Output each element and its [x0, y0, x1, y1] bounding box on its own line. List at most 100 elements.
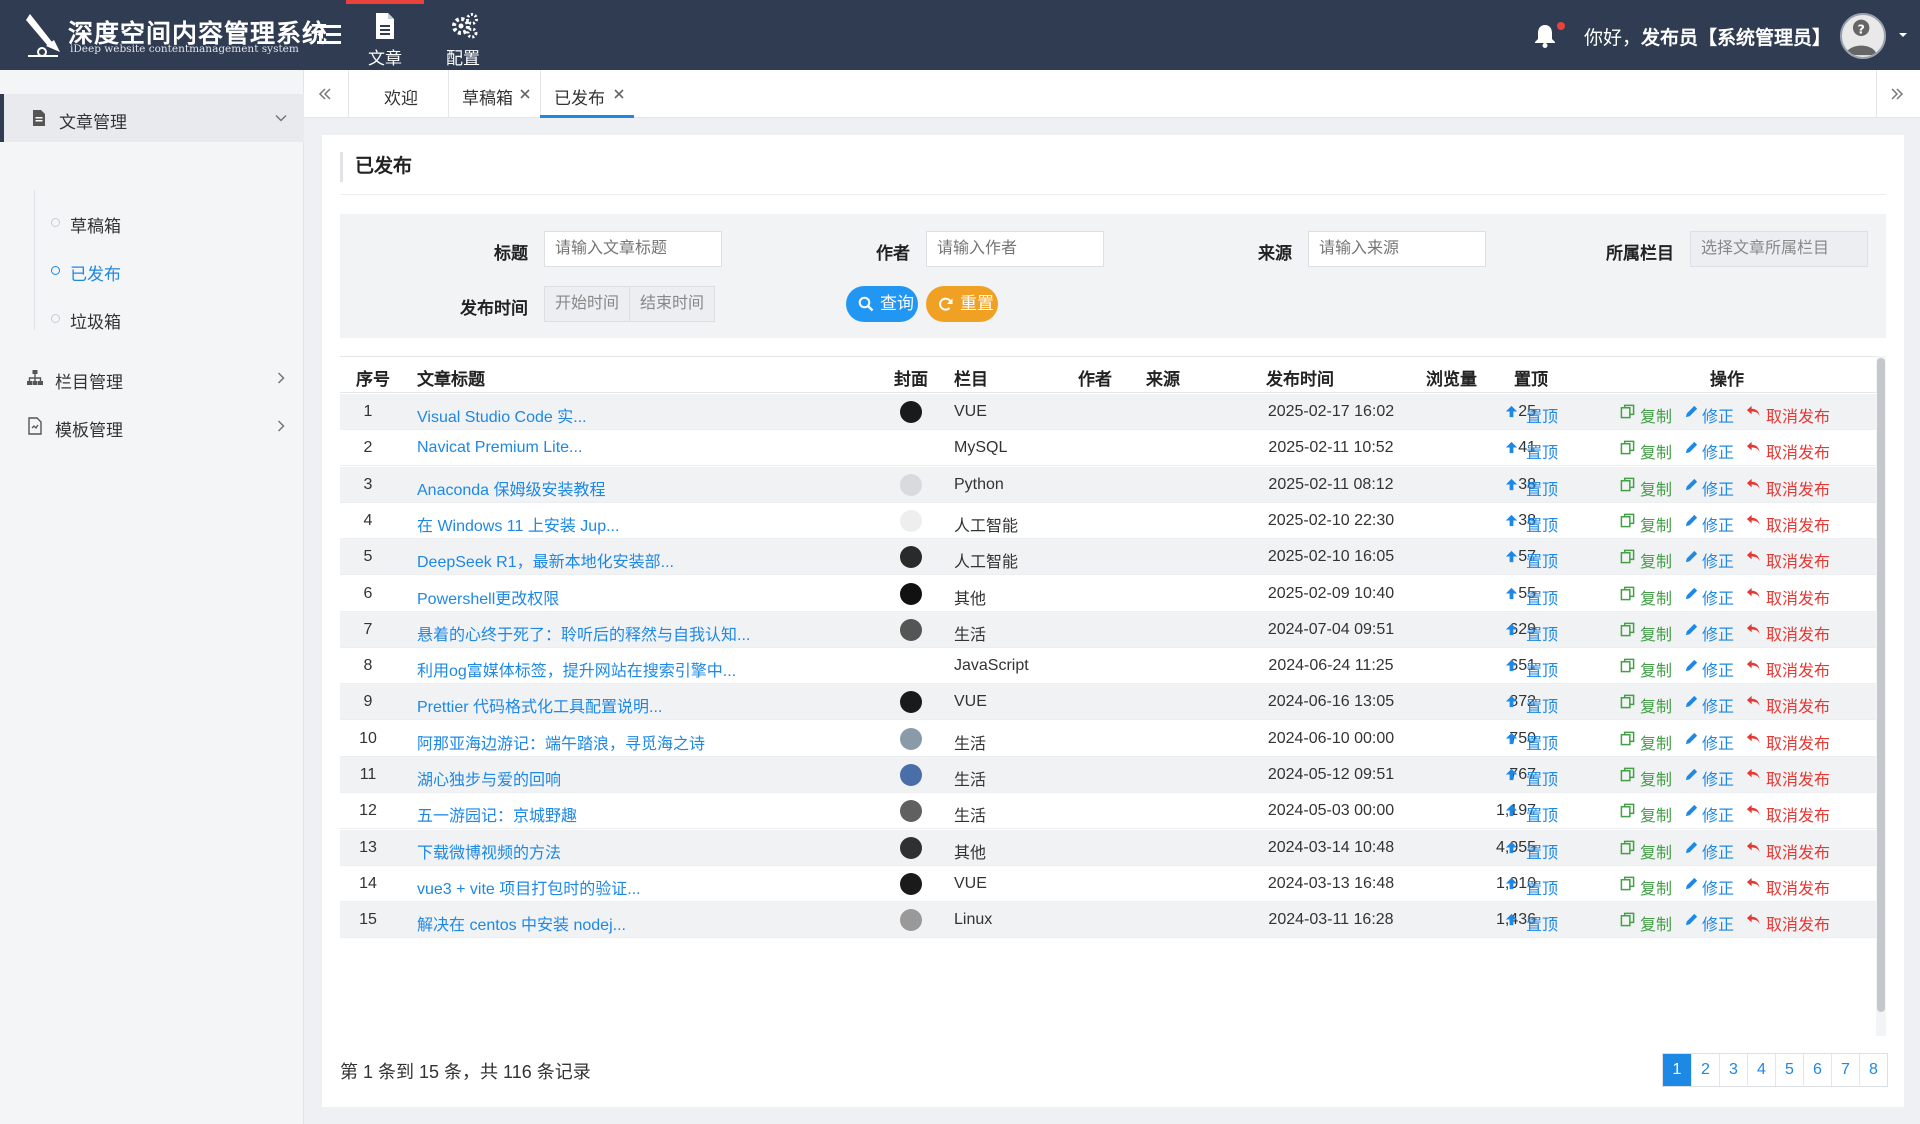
cover-thumbnail[interactable] — [900, 727, 922, 750]
tab-drafts[interactable]: 草稿箱 — [448, 70, 540, 118]
sidebar-group-articles[interactable]: 文章管理 — [0, 94, 304, 142]
edit-button[interactable]: 修正 — [1684, 730, 1734, 754]
unpublish-button[interactable]: 取消发布 — [1746, 403, 1830, 427]
logo[interactable]: 深度空间内容管理系统 iDeep website contentmanageme… — [22, 10, 327, 60]
pin-top-button[interactable]: 置顶 — [1504, 476, 1604, 500]
table-row[interactable]: 9 Prettier 代码格式化工具配置说明... VUE 2024-06-16… — [340, 684, 1876, 721]
edit-button[interactable]: 修正 — [1684, 512, 1734, 536]
unpublish-button[interactable]: 取消发布 — [1746, 439, 1830, 463]
table-row[interactable]: 5 DeepSeek R1，最新本地化安装部... 人工智能 2025-02-1… — [340, 539, 1876, 576]
pin-top-button[interactable]: 置顶 — [1504, 621, 1604, 645]
pin-top-button[interactable]: 置顶 — [1504, 875, 1604, 899]
source-filter-input[interactable] — [1308, 231, 1486, 267]
avatar[interactable]: ? — [1840, 13, 1886, 59]
cover-thumbnail[interactable] — [900, 800, 922, 823]
article-title-link[interactable]: 阿那亚海边游记：端午踏浪，寻觅海之诗 — [417, 730, 705, 754]
article-title-link[interactable]: 悬着的心终于死了：聆听后的释然与自我认知... — [417, 621, 750, 645]
pin-top-button[interactable]: 置顶 — [1504, 439, 1604, 463]
article-title-link[interactable]: Prettier 代码格式化工具配置说明... — [417, 693, 662, 717]
unpublish-button[interactable]: 取消发布 — [1746, 693, 1830, 717]
author-filter-input[interactable] — [926, 231, 1104, 267]
unpublish-button[interactable]: 取消发布 — [1746, 766, 1830, 790]
pin-top-button[interactable]: 置顶 — [1504, 403, 1604, 427]
cover-thumbnail[interactable] — [900, 473, 922, 496]
cover-thumbnail[interactable] — [900, 582, 922, 605]
table-row[interactable]: 11 湖心独步与爱的回响 生活 2024-05-12 09:51 767 置顶 … — [340, 757, 1876, 793]
tab-scroll-left[interactable] — [304, 70, 348, 118]
query-button[interactable]: 查询 — [846, 286, 918, 322]
table-row[interactable]: 10 阿那亚海边游记：端午踏浪，寻觅海之诗 生活 2024-06-10 00:0… — [340, 721, 1876, 757]
copy-button[interactable]: 复制 — [1620, 766, 1672, 790]
pin-top-button[interactable]: 置顶 — [1504, 657, 1604, 681]
pin-top-button[interactable]: 置顶 — [1504, 548, 1604, 572]
unpublish-button[interactable]: 取消发布 — [1746, 802, 1830, 826]
copy-button[interactable]: 复制 — [1620, 911, 1672, 935]
edit-button[interactable]: 修正 — [1684, 621, 1734, 645]
title-filter-input[interactable] — [544, 231, 722, 267]
edit-button[interactable]: 修正 — [1684, 766, 1734, 790]
cover-thumbnail[interactable] — [900, 618, 922, 641]
article-title-link[interactable]: Navicat Premium Lite... — [417, 439, 582, 457]
copy-button[interactable]: 复制 — [1620, 730, 1672, 754]
edit-button[interactable]: 修正 — [1684, 802, 1734, 826]
article-title-link[interactable]: Anaconda 保姆级安装教程 — [417, 476, 606, 500]
sidebar-group-columns[interactable]: 栏目管理 — [0, 354, 304, 402]
page-button-6[interactable]: 6 — [1803, 1054, 1831, 1086]
page-button-3[interactable]: 3 — [1719, 1054, 1747, 1086]
copy-button[interactable]: 复制 — [1620, 512, 1672, 536]
unpublish-button[interactable]: 取消发布 — [1746, 911, 1830, 935]
pin-top-button[interactable]: 置顶 — [1504, 802, 1604, 826]
unpublish-button[interactable]: 取消发布 — [1746, 730, 1830, 754]
edit-button[interactable]: 修正 — [1684, 875, 1734, 899]
tab-published[interactable]: 已发布 — [540, 70, 634, 118]
edit-button[interactable]: 修正 — [1684, 439, 1734, 463]
copy-button[interactable]: 复制 — [1620, 548, 1672, 572]
table-row[interactable]: 12 五一游园记：京城野趣 生活 2024-05-03 00:00 1,197 … — [340, 793, 1876, 830]
unpublish-button[interactable]: 取消发布 — [1746, 875, 1830, 899]
edit-button[interactable]: 修正 — [1684, 657, 1734, 681]
cover-thumbnail[interactable] — [900, 509, 922, 532]
page-button-1[interactable]: 1 — [1663, 1054, 1691, 1086]
chevron-down-icon[interactable] — [1896, 28, 1910, 42]
pin-top-button[interactable]: 置顶 — [1504, 730, 1604, 754]
table-scrollbar-thumb[interactable] — [1877, 358, 1885, 1012]
unpublish-button[interactable]: 取消发布 — [1746, 839, 1830, 863]
unpublish-button[interactable]: 取消发布 — [1746, 476, 1830, 500]
edit-button[interactable]: 修正 — [1684, 693, 1734, 717]
bell-icon[interactable] — [1532, 22, 1558, 48]
end-time-input[interactable]: 结束时间 — [629, 287, 714, 321]
article-title-link[interactable]: 利用og富媒体标签，提升网站在搜索引擎中... — [417, 657, 736, 681]
top-nav-config[interactable]: 配置 — [424, 0, 502, 70]
sidebar-item-trash[interactable]: 垃圾箱 — [0, 294, 304, 342]
table-row[interactable]: 4 在 Windows 11 上安装 Jup... 人工智能 2025-02-1… — [340, 503, 1876, 539]
copy-button[interactable]: 复制 — [1620, 476, 1672, 500]
close-icon[interactable] — [518, 87, 532, 101]
top-nav-article[interactable]: 文章 — [346, 0, 424, 70]
copy-button[interactable]: 复制 — [1620, 657, 1672, 681]
copy-button[interactable]: 复制 — [1620, 839, 1672, 863]
edit-button[interactable]: 修正 — [1684, 839, 1734, 863]
tab-welcome[interactable]: 欢迎 — [348, 70, 448, 118]
copy-button[interactable]: 复制 — [1620, 585, 1672, 609]
page-button-8[interactable]: 8 — [1859, 1054, 1887, 1086]
article-title-link[interactable]: Powershell更改权限 — [417, 585, 559, 609]
table-row[interactable]: 7 悬着的心终于死了：聆听后的释然与自我认知... 生活 2024-07-04 … — [340, 611, 1876, 648]
cover-thumbnail[interactable] — [900, 691, 922, 714]
copy-button[interactable]: 复制 — [1620, 802, 1672, 826]
table-row[interactable]: 13 下载微博视频的方法 其他 2024-03-14 10:48 4,055 置… — [340, 829, 1876, 866]
pin-top-button[interactable]: 置顶 — [1504, 839, 1604, 863]
article-title-link[interactable]: 五一游园记：京城野趣 — [417, 802, 577, 826]
copy-button[interactable]: 复制 — [1620, 875, 1672, 899]
pin-top-button[interactable]: 置顶 — [1504, 911, 1604, 935]
article-title-link[interactable]: 下载微博视频的方法 — [417, 839, 561, 863]
tab-scroll-right[interactable] — [1876, 70, 1920, 118]
close-icon[interactable] — [612, 87, 626, 101]
page-button-4[interactable]: 4 — [1747, 1054, 1775, 1086]
table-row[interactable]: 1 Visual Studio Code 实... VUE 2025-02-17… — [340, 394, 1876, 430]
page-button-5[interactable]: 5 — [1775, 1054, 1803, 1086]
cover-thumbnail[interactable] — [900, 872, 922, 895]
menu-collapse-icon[interactable] — [314, 20, 344, 50]
article-title-link[interactable]: 湖心独步与爱的回响 — [417, 766, 561, 790]
cover-thumbnail[interactable] — [900, 401, 922, 423]
pin-top-button[interactable]: 置顶 — [1504, 512, 1604, 536]
